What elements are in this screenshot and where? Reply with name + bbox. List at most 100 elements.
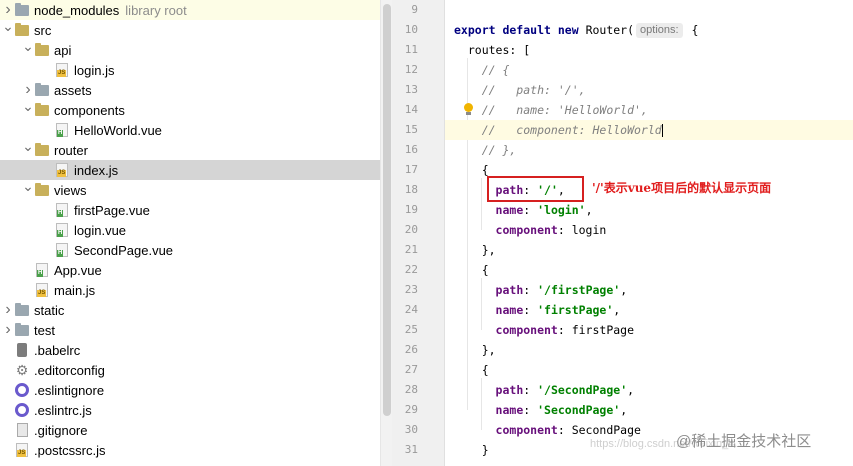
code-token: component — [495, 223, 558, 237]
tree-row-label: .eslintignore — [34, 382, 105, 398]
chevron-down-icon[interactable]: ⌄ — [22, 36, 34, 56]
tree-row[interactable]: .postcssrc.js — [0, 440, 380, 460]
tree-row[interactable]: login.vue — [0, 220, 380, 240]
code-token: , — [585, 203, 593, 217]
tree-row[interactable]: ⌄ api — [0, 38, 380, 60]
project-tree: ›node_moduleslibrary root⌄src⌄apilogin.j… — [0, 0, 380, 466]
code-line[interactable]: // }, — [445, 140, 853, 160]
code-line[interactable]: name: 'SecondPage', — [445, 400, 853, 420]
tree-row[interactable]: main.js — [0, 280, 380, 300]
highlight-box — [487, 176, 584, 202]
tree-row[interactable]: › static — [0, 300, 380, 320]
tree-row[interactable]: HelloWorld.vue — [0, 120, 380, 140]
code-token: , — [627, 383, 635, 397]
babel-file-icon — [14, 342, 30, 358]
tree-row-label: node_modules — [34, 2, 120, 18]
arrow-spacer — [2, 380, 14, 400]
tree-row[interactable]: App.vue — [0, 260, 380, 280]
js-file-icon — [54, 162, 70, 178]
code-token: name — [495, 403, 524, 417]
text-caret — [661, 123, 663, 137]
tree-row-label: .postcssrc.js — [34, 442, 106, 458]
code-token: { — [684, 23, 699, 37]
code-line[interactable] — [445, 0, 853, 20]
tree-row-label: HelloWorld.vue — [74, 122, 162, 138]
tree-row[interactable]: .babelrc — [0, 340, 380, 360]
folder-icon — [14, 322, 30, 338]
tree-row[interactable]: login.js — [0, 60, 380, 80]
code-line[interactable]: // { — [445, 60, 853, 80]
code-line[interactable]: name: 'firstPage', — [445, 300, 853, 320]
chevron-down-icon[interactable]: ⌄ — [22, 136, 34, 156]
code-editor[interactable]: export default new Router(options: { rou… — [445, 0, 853, 466]
scrollbar-thumb[interactable] — [383, 4, 391, 416]
line-number: 16 — [404, 143, 418, 156]
chevron-down-icon[interactable]: ⌄ — [2, 16, 14, 36]
arrow-spacer — [2, 360, 14, 380]
chevron-right-icon[interactable]: › — [2, 320, 14, 340]
line-number: 9 — [411, 3, 418, 16]
js-file-icon — [34, 282, 50, 298]
line-number: 14 — [404, 103, 418, 116]
lightbulb-icon[interactable] — [463, 103, 473, 116]
annotation-text: '/'表示vue项目后的默认显示页面 — [592, 181, 772, 195]
code-token: component — [495, 323, 558, 337]
code-line[interactable]: path: '/SecondPage', — [445, 380, 853, 400]
tree-row[interactable]: › assets — [0, 80, 380, 100]
code-line[interactable]: routes: [ — [445, 40, 853, 60]
code-line[interactable]: // path: '/', — [445, 80, 853, 100]
folder-icon — [34, 142, 50, 158]
tree-row[interactable]: › test — [0, 320, 380, 340]
tree-row[interactable]: .eslintrc.js — [0, 400, 380, 420]
code-line[interactable]: // name: 'HelloWorld', — [445, 100, 853, 120]
line-number: 25 — [404, 323, 418, 336]
code-token: '/firstPage' — [537, 283, 621, 297]
arrow-spacer — [42, 160, 54, 180]
tree-row[interactable]: SecondPage.vue — [0, 240, 380, 260]
tree-row[interactable]: ⌄ views — [0, 178, 380, 200]
code-token: // name: 'HelloWorld', — [454, 103, 648, 117]
tree-row[interactable]: › node_modules library root — [0, 0, 380, 20]
tree-row[interactable]: ⌄ src — [0, 18, 380, 40]
tree-row-label: components — [54, 102, 125, 118]
tree-row[interactable]: index.js — [0, 160, 380, 180]
code-line[interactable]: }, — [445, 240, 853, 260]
line-number: 13 — [404, 83, 418, 96]
code-token: { — [454, 363, 489, 377]
vue-file-icon — [34, 262, 50, 278]
tree-row-label: index.js — [74, 162, 119, 178]
tree-row[interactable]: .eslintignore — [0, 380, 380, 400]
tree-row[interactable]: ⚙ .editorconfig — [0, 360, 380, 380]
tree-row[interactable]: ⌄ components — [0, 98, 380, 120]
code-line[interactable]: }, — [445, 340, 853, 360]
arrow-spacer — [42, 240, 54, 260]
git-file-icon — [14, 422, 30, 438]
code-line[interactable]: path: '/firstPage', — [445, 280, 853, 300]
line-number: 27 — [404, 363, 418, 376]
chevron-down-icon[interactable]: ⌄ — [22, 96, 34, 116]
code-line[interactable]: export default new Router(options: { — [445, 20, 853, 40]
code-line[interactable]: // component: HelloWorld — [445, 120, 853, 140]
code-line[interactable]: name: 'login', — [445, 200, 853, 220]
code-line[interactable]: component: firstPage — [445, 320, 853, 340]
line-number: 23 — [404, 283, 418, 296]
code-token: }, — [454, 243, 496, 257]
line-number: 29 — [404, 403, 418, 416]
tree-row[interactable]: firstPage.vue — [0, 200, 380, 220]
tree-row[interactable]: .gitignore — [0, 420, 380, 440]
chevron-right-icon[interactable]: › — [2, 300, 14, 320]
tree-row[interactable]: ⌄ router — [0, 138, 380, 160]
code-token: : firstPage — [557, 323, 635, 337]
folder-icon — [14, 302, 30, 318]
code-line[interactable]: { — [445, 360, 853, 380]
code-line[interactable]: { — [445, 260, 853, 280]
vue-file-icon — [54, 242, 70, 258]
code-token: 'firstPage' — [537, 303, 614, 317]
chevron-down-icon[interactable]: ⌄ — [22, 176, 34, 196]
code-line[interactable]: component: login — [445, 220, 853, 240]
tree-scrollbar[interactable] — [380, 0, 392, 466]
vue-file-icon — [54, 122, 70, 138]
tree-row-label: router — [54, 142, 88, 158]
